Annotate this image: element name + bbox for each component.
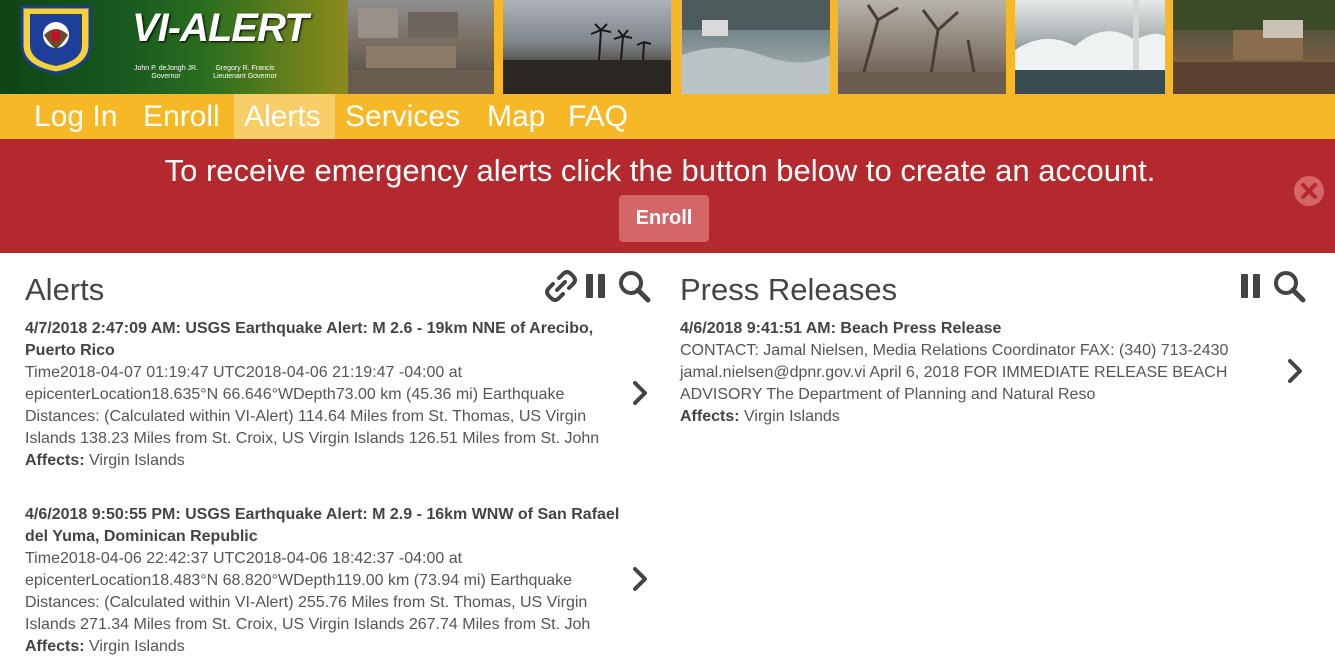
enroll-button[interactable]: Enroll bbox=[619, 195, 709, 242]
chevron-right-icon[interactable] bbox=[1285, 358, 1305, 384]
alert-affects: Affects: Virgin Islands bbox=[25, 450, 625, 472]
header-photo-debris bbox=[1173, 0, 1335, 94]
main-nav: Log In Enroll Alerts Services Map FAQ bbox=[0, 94, 1335, 139]
lt-governor-credit: Gregory R. Francis Lieutenant Governor bbox=[200, 65, 290, 81]
press-releases-title: Press Releases bbox=[680, 272, 898, 307]
nav-map[interactable]: Map bbox=[477, 94, 555, 139]
pause-icon[interactable] bbox=[585, 272, 607, 300]
site-header: VI-ALERT John P. deJongh JR. Governor Gr… bbox=[0, 0, 1335, 94]
governor-name: John P. deJongh JR. bbox=[133, 65, 199, 72]
banner-message: To receive emergency alerts click the bu… bbox=[164, 153, 1156, 188]
nav-faq[interactable]: FAQ bbox=[558, 94, 638, 139]
pause-icon[interactable] bbox=[1240, 272, 1262, 300]
alert-item[interactable]: 4/7/2018 2:47:09 AM: USGS Earthquake Ale… bbox=[25, 318, 625, 472]
affects-value: Virgin Islands bbox=[89, 452, 185, 469]
alert-body: Time2018-04-06 22:42:37 UTC2018-04-06 18… bbox=[25, 550, 591, 633]
lt-governor-title: Lieutenant Governor bbox=[213, 73, 277, 80]
affects-value: Virgin Islands bbox=[89, 638, 185, 655]
press-release-affects: Affects: Virgin Islands bbox=[680, 406, 1270, 428]
press-release-heading: 4/6/2018 9:41:51 AM: Beach Press Release bbox=[680, 320, 1002, 337]
alert-affects: Affects: Virgin Islands bbox=[25, 636, 625, 658]
search-icon[interactable] bbox=[617, 269, 651, 303]
nav-services[interactable]: Services bbox=[335, 94, 470, 139]
alert-heading: 4/7/2018 2:47:09 AM: USGS Earthquake Ale… bbox=[25, 320, 594, 359]
alert-item[interactable]: 4/6/2018 9:50:55 PM: USGS Earthquake Ale… bbox=[25, 504, 625, 658]
search-icon[interactable] bbox=[1272, 269, 1306, 303]
header-photo-storm-damage bbox=[348, 0, 494, 94]
press-release-item[interactable]: 4/6/2018 9:41:51 AM: Beach Press Release… bbox=[680, 318, 1270, 428]
brand-logo[interactable]: VI-ALERT John P. deJongh JR. Governor Gr… bbox=[0, 0, 348, 94]
header-photo-storm-surge bbox=[1015, 0, 1165, 94]
affects-label: Affects: bbox=[25, 638, 85, 655]
affects-label: Affects: bbox=[25, 452, 85, 469]
close-icon[interactable] bbox=[1293, 175, 1325, 207]
alert-heading: 4/6/2018 9:50:55 PM: USGS Earthquake Ale… bbox=[25, 506, 620, 545]
nav-alerts[interactable]: Alerts bbox=[234, 94, 335, 139]
affects-label: Affects: bbox=[680, 408, 740, 425]
logo-wordmark: VI-ALERT bbox=[132, 6, 309, 50]
governor-title: Governor bbox=[151, 73, 181, 80]
affects-value: Virgin Islands bbox=[744, 408, 840, 425]
lt-governor-name: Gregory R. Francis bbox=[215, 65, 275, 72]
chevron-right-icon[interactable] bbox=[630, 380, 650, 406]
header-photo-palm-beach bbox=[503, 0, 671, 94]
enroll-banner: To receive emergency alerts click the bu… bbox=[0, 139, 1335, 253]
alert-body: Time2018-04-07 01:19:47 UTC2018-04-06 21… bbox=[25, 364, 600, 447]
link-icon[interactable] bbox=[545, 270, 577, 302]
header-photo-flooded-street bbox=[682, 0, 830, 94]
vitema-seal-icon bbox=[20, 5, 92, 75]
governor-credit: John P. deJongh JR. Governor bbox=[132, 65, 200, 81]
press-release-body: CONTACT: Jamal Nielsen, Media Relations … bbox=[680, 342, 1229, 403]
header-photo-fallen-trees bbox=[838, 0, 1006, 94]
chevron-right-icon[interactable] bbox=[630, 566, 650, 592]
alerts-title: Alerts bbox=[25, 272, 105, 307]
nav-log-in[interactable]: Log In bbox=[24, 94, 127, 139]
nav-enroll[interactable]: Enroll bbox=[133, 94, 230, 139]
